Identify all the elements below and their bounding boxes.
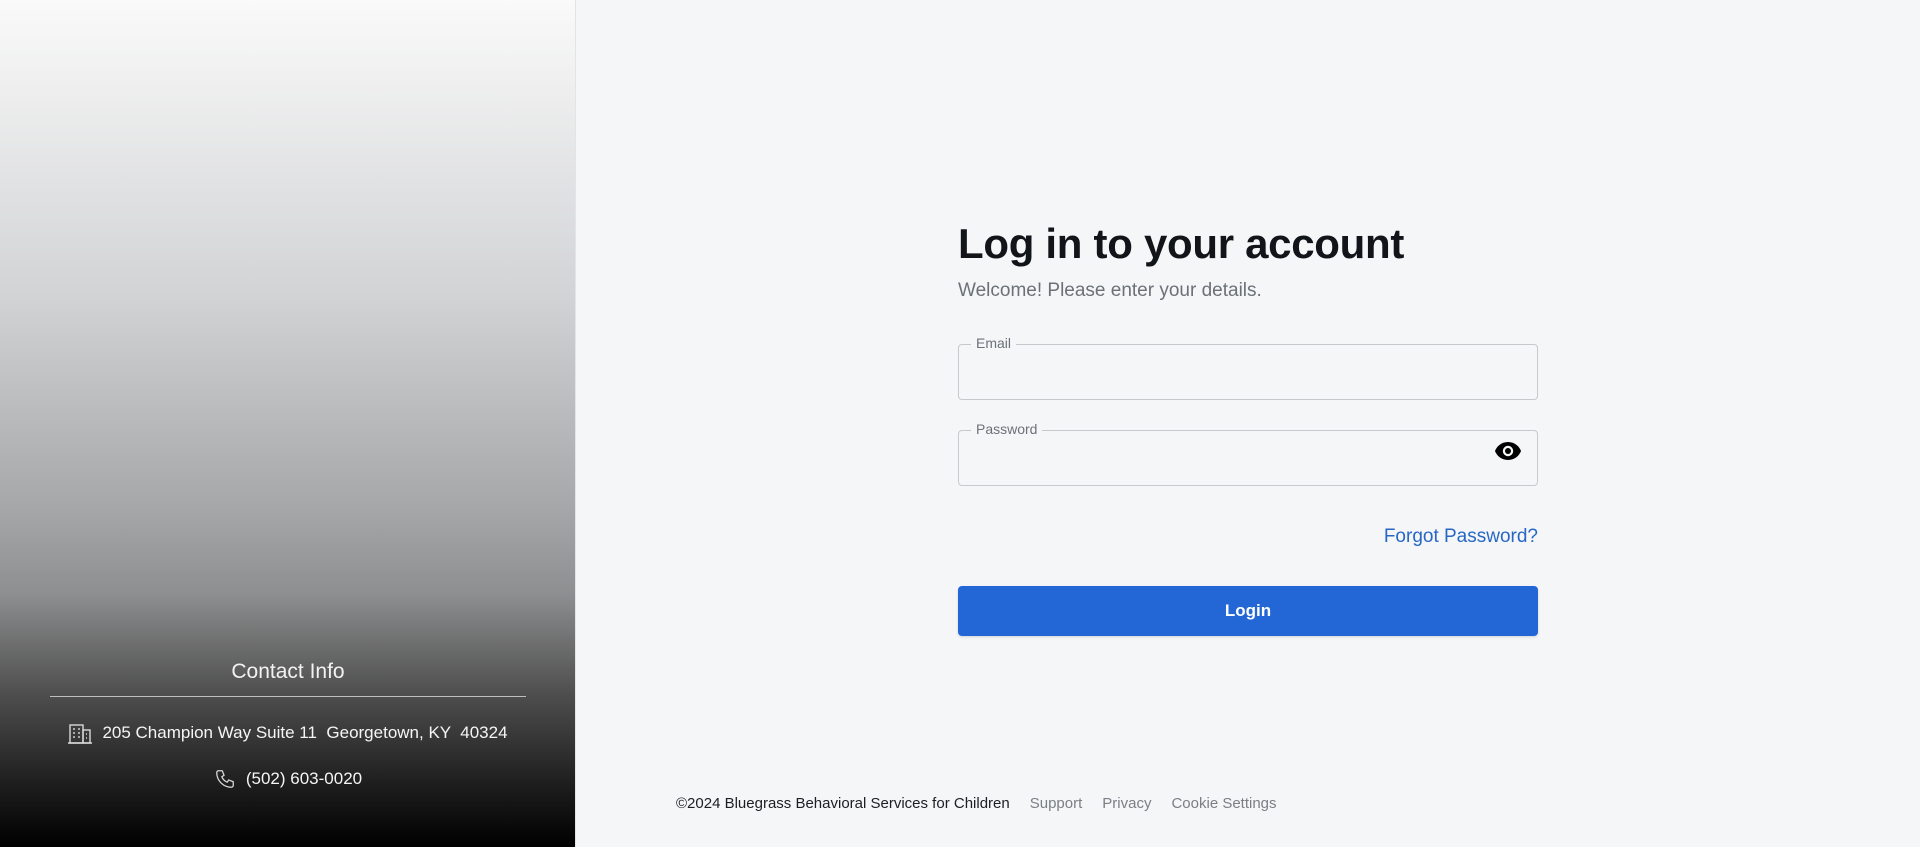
footer-link-privacy[interactable]: Privacy (1102, 795, 1151, 812)
building-icon (68, 724, 93, 744)
email-input[interactable] (959, 345, 1537, 399)
password-input[interactable] (959, 431, 1537, 485)
forgot-password-link[interactable]: Forgot Password? (1384, 526, 1538, 547)
contact-address: 205 Champion Way Suite 11 Georgetown, KY… (50, 721, 526, 745)
contact-phone: (502) 603-0020 (50, 767, 526, 791)
contact-title: Contact Info (50, 660, 526, 697)
login-form: Log in to your account Welcome! Please e… (958, 220, 1538, 636)
page-subtitle: Welcome! Please enter your details. (958, 280, 1262, 301)
login-button[interactable]: Login (958, 586, 1538, 636)
password-field: Password (958, 421, 1538, 486)
phone-icon (215, 770, 234, 788)
contact-address-text: 205 Champion Way Suite 11 Georgetown, KY… (102, 723, 508, 742)
left-panel: Contact Info 205 Champion Way Suite 11 G… (0, 0, 576, 847)
footer-link-support[interactable]: Support (1030, 795, 1083, 812)
contact-phone-text: (502) 603-0020 (245, 769, 363, 788)
forgot-row: Forgot Password? (958, 526, 1538, 548)
footer-copyright: ©2024 Bluegrass Behavioral Services for … (676, 795, 1010, 812)
footer-link-cookie-settings[interactable]: Cookie Settings (1171, 795, 1276, 812)
page-title: Log in to your account (958, 220, 1405, 267)
email-field: Email (958, 335, 1538, 400)
footer: ©2024 Bluegrass Behavioral Services for … (676, 795, 1297, 812)
eye-icon[interactable] (1493, 439, 1523, 463)
contact-info: Contact Info 205 Champion Way Suite 11 G… (50, 660, 526, 791)
